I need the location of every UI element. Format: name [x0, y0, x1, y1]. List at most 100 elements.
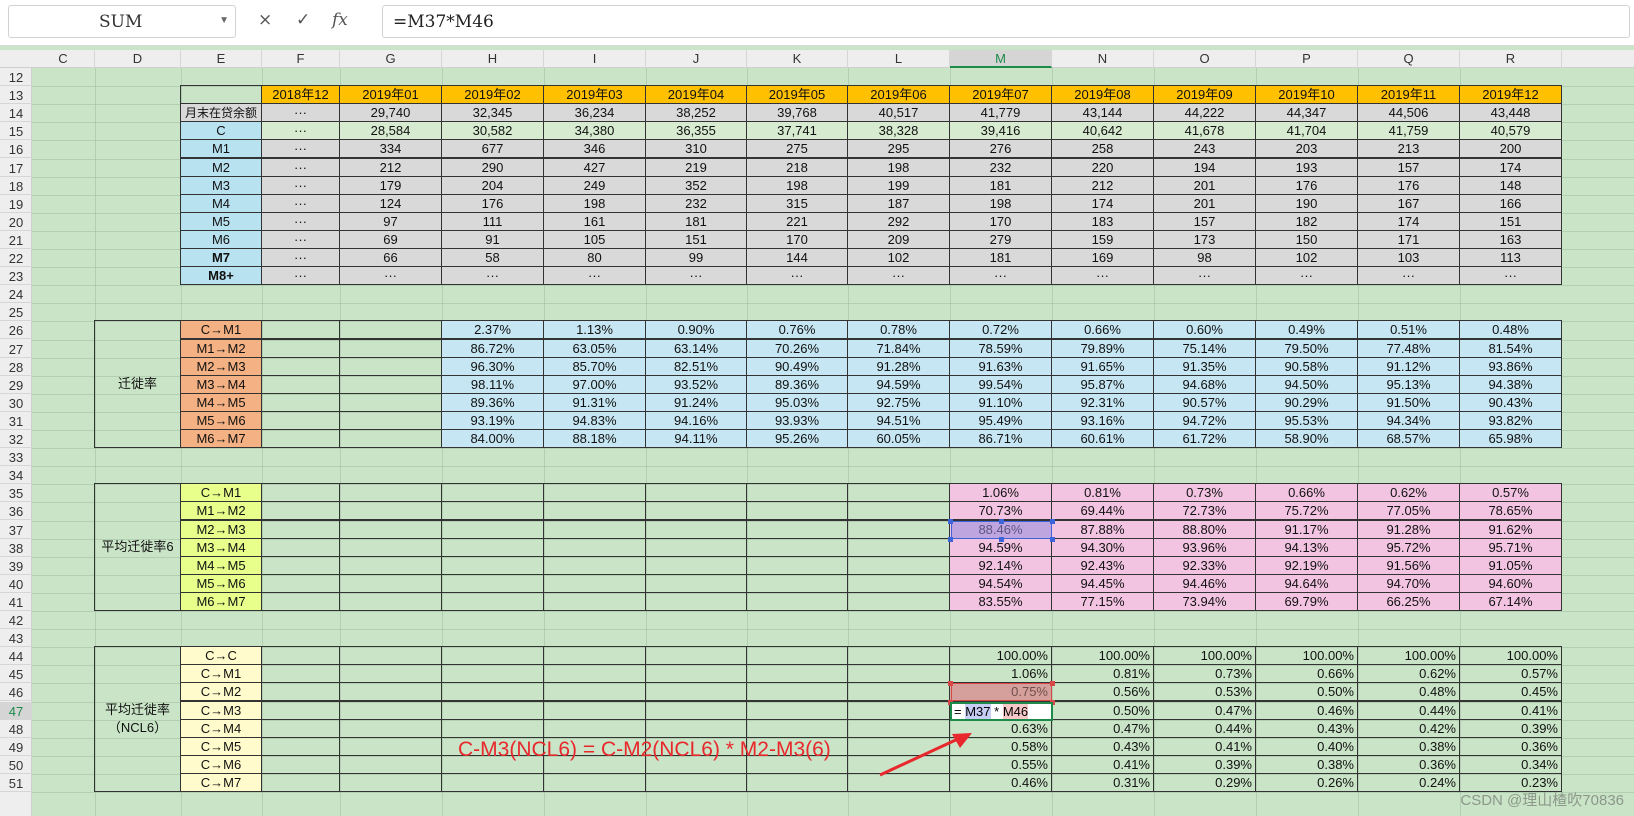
- ncl-cell[interactable]: 0.46%: [949, 772, 1052, 792]
- migration-label[interactable]: M2→M3: [180, 356, 262, 376]
- migration-cell[interactable]: 94.11%: [645, 429, 747, 449]
- row-label[interactable]: M8+: [180, 266, 262, 286]
- avg-migration-cell[interactable]: 92.43%: [1051, 555, 1154, 575]
- avg-migration-cell[interactable]: 77.05%: [1357, 501, 1460, 521]
- empty-cell[interactable]: [441, 519, 544, 539]
- empty-cell[interactable]: [847, 718, 950, 738]
- spreadsheet-grid[interactable]: 2018年12 2019年01 2019年02 2019年03 2019年04 2019年…: [32, 68, 1634, 816]
- migration-cell[interactable]: 0.72%: [949, 320, 1052, 340]
- balance-cell[interactable]: 677: [441, 139, 544, 159]
- row-label[interactable]: M5: [180, 211, 262, 231]
- empty-cell[interactable]: [261, 700, 340, 720]
- balance-cell[interactable]: ···: [261, 157, 340, 177]
- balance-cell[interactable]: 166: [1459, 193, 1562, 213]
- balance-cell[interactable]: ···: [645, 266, 747, 286]
- balance-cell[interactable]: 310: [645, 139, 747, 159]
- ncl-cell[interactable]: 0.55%: [949, 754, 1052, 774]
- balance-cell[interactable]: 80: [543, 248, 646, 268]
- month-header[interactable]: 2019年03: [543, 85, 646, 105]
- row-header-25[interactable]: 25: [0, 303, 32, 322]
- empty-cell[interactable]: [339, 338, 442, 358]
- resize-handle[interactable]: [1050, 518, 1055, 524]
- avg-migration-cell[interactable]: 94.60%: [1459, 573, 1562, 593]
- empty-cell[interactable]: [847, 682, 950, 702]
- ncl-cell[interactable]: 0.43%: [1051, 736, 1154, 756]
- ncl-cell[interactable]: 0.40%: [1255, 736, 1358, 756]
- ncl-cell[interactable]: 100.00%: [1357, 646, 1460, 666]
- avg-migration-cell[interactable]: 92.33%: [1153, 555, 1256, 575]
- migration-label[interactable]: M3→M4: [180, 374, 262, 394]
- balance-cell[interactable]: ···: [746, 266, 848, 286]
- migration-cell[interactable]: 60.05%: [847, 429, 950, 449]
- row-header-14[interactable]: 14: [0, 104, 32, 123]
- balance-cell[interactable]: 113: [1459, 248, 1562, 268]
- ncl-cell[interactable]: 0.36%: [1459, 736, 1562, 756]
- migration-title[interactable]: 迁徙率: [94, 320, 181, 449]
- balance-cell[interactable]: ···: [261, 229, 340, 249]
- balance-cell[interactable]: 212: [1051, 175, 1154, 195]
- balance-cell[interactable]: 212: [339, 157, 442, 177]
- migration-cell[interactable]: 77.48%: [1357, 338, 1460, 358]
- empty-cell[interactable]: [441, 772, 544, 792]
- avg-migration-cell[interactable]: 91.56%: [1357, 555, 1460, 575]
- balance-cell[interactable]: 98: [1153, 248, 1256, 268]
- migration-cell[interactable]: 84.00%: [441, 429, 544, 449]
- migration-cell[interactable]: 91.28%: [847, 356, 950, 376]
- balance-cell[interactable]: 220: [1051, 157, 1154, 177]
- resize-handle[interactable]: [1050, 681, 1055, 687]
- balance-cell[interactable]: 58: [441, 248, 544, 268]
- balance-cell[interactable]: ···: [1459, 266, 1562, 286]
- empty-cell[interactable]: [441, 573, 544, 593]
- balance-cell[interactable]: ···: [261, 193, 340, 213]
- empty-cell[interactable]: [543, 664, 646, 684]
- balance-cell[interactable]: ···: [1255, 266, 1358, 286]
- empty-cell[interactable]: [261, 682, 340, 702]
- empty-cell[interactable]: [645, 537, 747, 557]
- migration-cell[interactable]: 94.38%: [1459, 374, 1562, 394]
- balance-cell[interactable]: 99: [645, 248, 747, 268]
- resize-handle[interactable]: [948, 681, 953, 687]
- resize-handle[interactable]: [999, 536, 1004, 542]
- migration-cell[interactable]: 94.72%: [1153, 410, 1256, 430]
- empty-cell[interactable]: [339, 519, 442, 539]
- avg-migration-label[interactable]: M3→M4: [180, 537, 262, 557]
- empty-cell[interactable]: [847, 501, 950, 521]
- balance-cell[interactable]: 181: [949, 248, 1052, 268]
- ncl-cell[interactable]: 0.38%: [1357, 736, 1460, 756]
- migration-cell[interactable]: 75.14%: [1153, 338, 1256, 358]
- migration-cell[interactable]: 68.57%: [1357, 429, 1460, 449]
- migration-cell[interactable]: 91.12%: [1357, 356, 1460, 376]
- migration-cell[interactable]: 88.18%: [543, 429, 646, 449]
- balance-cell[interactable]: 194: [1153, 157, 1256, 177]
- empty-cell[interactable]: [261, 591, 340, 611]
- formula-input[interactable]: =M37*M46: [382, 5, 1630, 38]
- avg-migration-cell[interactable]: 94.45%: [1051, 573, 1154, 593]
- balance-cell[interactable]: 187: [847, 193, 950, 213]
- balance-cell[interactable]: 30,582: [441, 121, 544, 141]
- empty-cell[interactable]: [543, 519, 646, 539]
- empty-cell[interactable]: [746, 664, 848, 684]
- empty-cell[interactable]: [847, 483, 950, 503]
- balance-cell[interactable]: 41,779: [949, 103, 1052, 123]
- balance-cell[interactable]: 37,741: [746, 121, 848, 141]
- month-header[interactable]: 2019年06: [847, 85, 950, 105]
- row-header-18[interactable]: 18: [0, 177, 32, 195]
- avg-migration-cell[interactable]: 78.65%: [1459, 501, 1562, 521]
- empty-cell[interactable]: [645, 483, 747, 503]
- avg-migration-cell[interactable]: 83.55%: [949, 591, 1052, 611]
- empty-cell[interactable]: [261, 736, 340, 756]
- empty-cell[interactable]: [261, 320, 340, 340]
- row-label[interactable]: 月末在贷余额: [180, 103, 262, 123]
- migration-cell[interactable]: 91.63%: [949, 356, 1052, 376]
- row-header-44[interactable]: 44: [0, 647, 32, 666]
- empty-cell[interactable]: [339, 664, 442, 684]
- ncl-cell[interactable]: 0.57%: [1459, 664, 1562, 684]
- empty-cell[interactable]: [441, 501, 544, 521]
- balance-cell[interactable]: 198: [746, 175, 848, 195]
- empty-cell[interactable]: [847, 772, 950, 792]
- empty-cell[interactable]: [339, 718, 442, 738]
- empty-cell[interactable]: [543, 718, 646, 738]
- ncl-label[interactable]: C→M5: [180, 736, 262, 756]
- avg-migration-label[interactable]: M6→M7: [180, 591, 262, 611]
- row-header-48[interactable]: 48: [0, 720, 32, 738]
